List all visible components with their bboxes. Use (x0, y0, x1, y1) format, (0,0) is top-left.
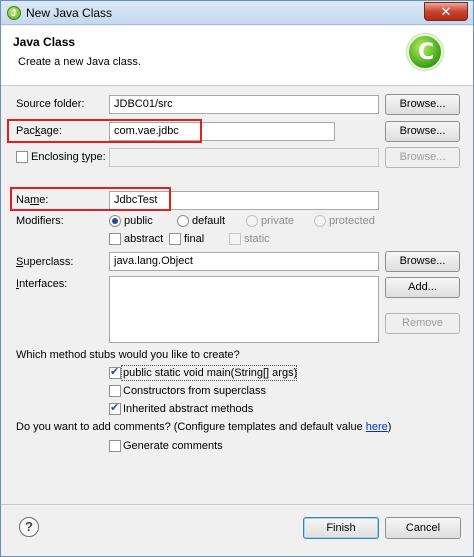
page-title: Java Class (13, 35, 76, 49)
static-checkbox[interactable] (229, 233, 241, 245)
constructors-checkbox[interactable] (109, 385, 121, 397)
protected-radio-label: protected (329, 215, 375, 227)
default-radio-label: default (192, 215, 226, 227)
enclosing-type-label: Enclosing type: (31, 151, 106, 163)
private-radio[interactable] (246, 215, 258, 227)
final-checkbox-label: final (184, 233, 205, 245)
enclosing-type-browse-button[interactable]: Browse... (385, 147, 460, 168)
source-folder-browse-button[interactable]: Browse... (385, 94, 460, 115)
protected-radio[interactable] (314, 215, 326, 227)
abstract-checkbox[interactable] (109, 233, 121, 245)
name-highlight-box (10, 187, 171, 211)
superclass-browse-button[interactable]: Browse... (385, 251, 460, 272)
add-interface-button[interactable]: Add... (385, 277, 460, 298)
wizard-header: Java Class Create a new Java class. C (1, 26, 473, 86)
comments-question: Do you want to add comments? (Configure … (16, 421, 392, 433)
interfaces-list[interactable] (109, 276, 379, 343)
inherited-methods-label: Inherited abstract methods (123, 403, 254, 415)
new-java-class-dialog: J New Java Class ✕ Java Class Create a n… (0, 0, 474, 557)
package-highlight-box (7, 119, 202, 143)
java-class-icon: C (407, 34, 443, 70)
abstract-checkbox-label: abstract (124, 233, 164, 245)
default-radio[interactable] (177, 215, 189, 227)
public-radio[interactable] (109, 215, 121, 227)
help-icon[interactable]: ? (19, 517, 39, 537)
method-stubs-question: Which method stubs would you like to cre… (16, 349, 240, 361)
superclass-label: Superclass: (16, 256, 74, 268)
window-title: New Java Class (26, 6, 113, 20)
page-description: Create a new Java class. (18, 56, 141, 68)
finish-button[interactable]: Finish (303, 517, 379, 539)
superclass-input[interactable]: java.lang.Object (109, 252, 379, 271)
main-method-checkbox[interactable] (109, 365, 121, 379)
enclosing-type-input[interactable] (109, 148, 379, 167)
constructors-label: Constructors from superclass (123, 385, 267, 397)
configure-templates-link[interactable]: here (366, 421, 388, 433)
static-checkbox-label: static (244, 233, 270, 245)
generate-comments-label: Generate comments (123, 440, 223, 452)
close-button[interactable]: ✕ (424, 2, 468, 21)
source-folder-input[interactable]: JDBC01/src (109, 95, 379, 114)
inherited-methods-checkbox[interactable] (109, 401, 121, 415)
cancel-button[interactable]: Cancel (385, 517, 461, 539)
interfaces-label: Interfaces: (16, 278, 68, 290)
package-browse-button[interactable]: Browse... (385, 121, 460, 142)
public-radio-label: public (124, 215, 153, 227)
enclosing-type-checkbox[interactable] (16, 151, 28, 163)
modifiers-label: Modifiers: (16, 215, 64, 227)
remove-interface-button[interactable]: Remove (385, 313, 460, 334)
private-radio-label: private (261, 215, 295, 227)
title-bar: J New Java Class ✕ (1, 1, 473, 25)
footer-separator (1, 504, 473, 505)
source-folder-label: Source folder: (16, 98, 85, 110)
main-method-focus-ring (121, 365, 297, 381)
generate-comments-checkbox[interactable] (109, 440, 121, 452)
final-checkbox[interactable] (169, 233, 181, 245)
eclipse-app-icon: J (7, 6, 21, 20)
